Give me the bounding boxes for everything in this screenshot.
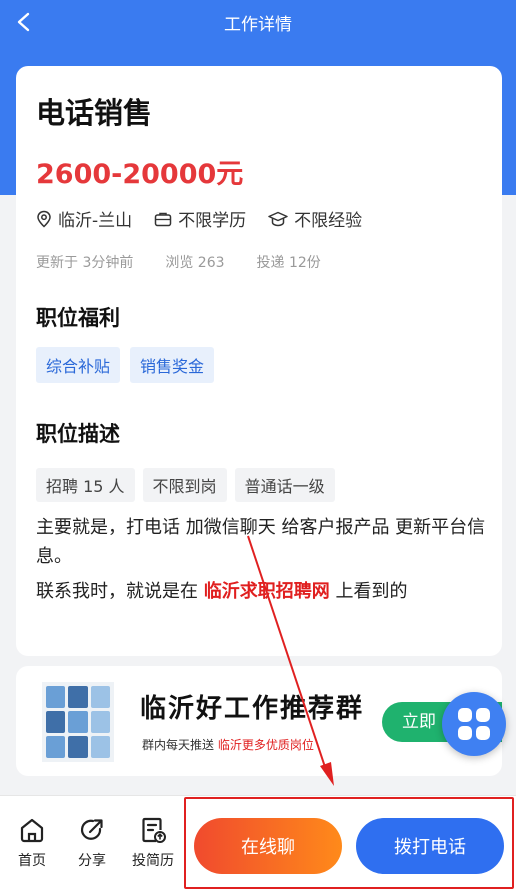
nav-resume[interactable]: 投简历 bbox=[125, 816, 181, 870]
graduation-cap-icon bbox=[268, 211, 288, 226]
contact-suffix: 上看到的 bbox=[335, 581, 408, 602]
group-qr-thumbnail bbox=[42, 682, 114, 762]
nav-share[interactable]: 分享 bbox=[64, 816, 120, 870]
updated-time: 更新于 3分钟前 bbox=[36, 255, 134, 271]
nav-resume-label: 投简历 bbox=[132, 853, 174, 869]
location-pin-icon bbox=[37, 210, 51, 228]
requirement-tag: 不限到岗 bbox=[142, 468, 227, 502]
site-name-highlight: 临沂求职招聘网 bbox=[203, 581, 330, 602]
page-title: 工作详情 bbox=[224, 14, 292, 35]
chevron-left-icon bbox=[17, 12, 30, 32]
grid-icon bbox=[458, 708, 490, 740]
floating-menu-button[interactable] bbox=[442, 692, 506, 756]
contact-prefix: 联系我时，就说是在 bbox=[36, 581, 198, 602]
experience-text: 不限经验 bbox=[294, 211, 363, 231]
description-line: 主要就是，打电话 加微信聊天 给客户报产品 更新平台信息。 bbox=[36, 517, 486, 567]
benefit-tag: 销售奖金 bbox=[130, 347, 215, 383]
share-icon bbox=[80, 819, 103, 840]
salary: 2600-20000元 bbox=[36, 159, 244, 190]
nav-home[interactable]: 首页 bbox=[4, 816, 60, 870]
requirement-tags: 招聘 15 人 不限到岗 普通话一级 bbox=[36, 468, 343, 502]
call-phone-button[interactable]: 拨打电话 bbox=[356, 818, 504, 874]
requirement-tag: 普通话一级 bbox=[234, 468, 335, 502]
nav-home-label: 首页 bbox=[18, 853, 46, 869]
online-chat-button[interactable]: 在线聊 bbox=[194, 818, 342, 874]
job-detail-card: 电话销售 2600-20000元 临沂-兰山 不限学历 不限经验 更新于 3分钟… bbox=[16, 66, 502, 656]
description-heading: 职位描述 bbox=[36, 422, 120, 446]
job-stats: 更新于 3分钟前 浏览 263 投递 12份 bbox=[36, 252, 353, 272]
promo-title: 临沂好工作推荐群 bbox=[140, 694, 365, 724]
experience-info: 不限经验 bbox=[268, 206, 362, 231]
application-count: 投递 12份 bbox=[256, 255, 321, 271]
promo-subtitle-prefix: 群内每天推送 bbox=[142, 738, 215, 752]
job-meta: 临沂-兰山 不限学历 不限经验 bbox=[36, 206, 384, 231]
requirement-tag: 招聘 15 人 bbox=[36, 468, 135, 502]
top-bar: 工作详情 bbox=[0, 0, 516, 44]
benefits-heading: 职位福利 bbox=[36, 306, 120, 330]
view-count: 浏览 263 bbox=[165, 255, 225, 271]
description-contact-line: 联系我时，就说是在 临沂求职招聘网 上看到的 bbox=[36, 577, 486, 606]
home-icon bbox=[20, 818, 44, 843]
benefit-tag: 综合补贴 bbox=[36, 347, 121, 383]
location-text: 临沂-兰山 bbox=[58, 211, 133, 231]
education-info: 不限学历 bbox=[154, 206, 246, 231]
education-text: 不限学历 bbox=[178, 211, 247, 231]
briefcase-icon bbox=[154, 212, 172, 226]
location-info: 临沂-兰山 bbox=[36, 206, 132, 231]
nav-share-label: 分享 bbox=[78, 853, 106, 869]
group-promo-banner[interactable]: 临沂好工作推荐群 群内每天推送 临沂更多优质岗位 立即 bbox=[16, 666, 502, 776]
job-title: 电话销售 bbox=[36, 96, 153, 130]
promo-subtitle: 群内每天推送 临沂更多优质岗位 bbox=[142, 736, 314, 753]
promo-subtitle-highlight: 临沂更多优质岗位 bbox=[217, 738, 314, 752]
resume-icon bbox=[142, 817, 166, 843]
back-button[interactable] bbox=[8, 6, 40, 38]
benefits-list: 综合补贴 销售奖金 bbox=[36, 347, 224, 383]
job-description: 主要就是，打电话 加微信聊天 给客户报产品 更新平台信息。 联系我时，就说是在 … bbox=[36, 513, 486, 606]
